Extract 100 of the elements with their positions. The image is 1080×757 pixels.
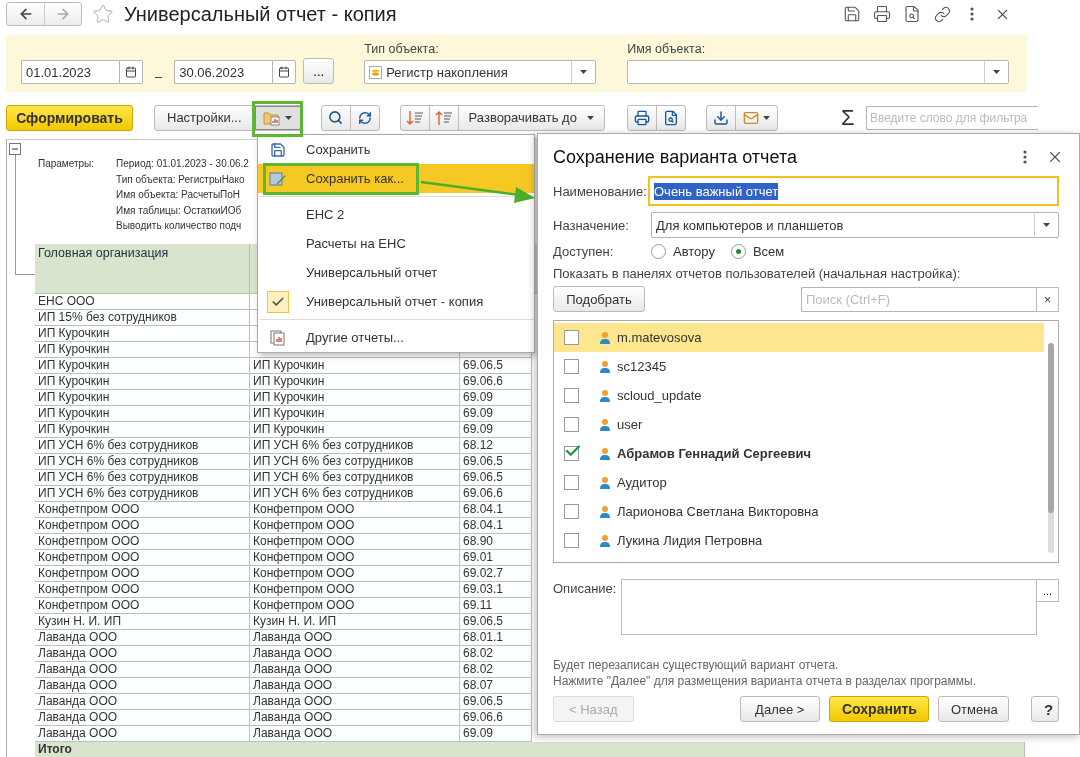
name-field[interactable]: Очень важный отчет: [648, 176, 1059, 206]
purpose-select[interactable]: Для компьютеров и планшетов: [651, 212, 1059, 238]
table-cell: 69.06.5: [460, 358, 532, 374]
table-cell: Конфетпром ООО: [250, 582, 460, 598]
expand-dropdown[interactable]: Разворачивать до: [457, 104, 605, 131]
table-cell: 69.06.6: [460, 374, 532, 390]
table-cell: 69.06.6: [460, 710, 532, 726]
table-cell: Лаванда ООО: [35, 646, 250, 662]
more-button[interactable]: ...: [1037, 579, 1059, 602]
user-row[interactable]: Абрамов Геннадий Сергеевич: [554, 439, 1044, 468]
table-cell: 69.02.7: [460, 566, 532, 582]
user-name: Ларионова Светлана Викторовна: [617, 504, 819, 519]
total-label: Итого: [35, 742, 1025, 757]
user-name: user: [617, 417, 643, 432]
field-label: Доступен:: [553, 244, 615, 259]
field-label: Описание:: [553, 581, 618, 596]
dialog-title: Сохранение варианта отчета: [553, 146, 797, 168]
table-cell: Конфетпром ООО: [35, 550, 250, 566]
pick-button[interactable]: Подобрать: [553, 286, 645, 312]
search-field[interactable]: Поиск (Ctrl+F): [801, 286, 1036, 312]
table-cell: 69.06.6: [460, 486, 532, 502]
save-button[interactable]: Сохранить: [829, 696, 929, 722]
date-field[interactable]: 30.06.2023: [174, 60, 273, 84]
window-title: Универсальный отчет - копия: [124, 2, 397, 26]
table-cell: ЕНС ООО: [35, 294, 250, 310]
table-cell: Лаванда ООО: [35, 710, 250, 726]
table-cell: Лаванда ООО: [35, 678, 250, 694]
radio-option[interactable]: Всем: [730, 244, 785, 259]
table-cell: Конфетпром ООО: [35, 598, 250, 614]
params-label: Параметры:: [38, 157, 96, 171]
user-row[interactable]: user: [554, 410, 1044, 439]
settings-button[interactable]: Настройки...: [154, 104, 255, 131]
table-cell: 69.06.5: [460, 454, 532, 470]
user-name: sc12345: [617, 359, 667, 374]
date-field[interactable]: 01.01.2023: [21, 60, 119, 84]
menu-item[interactable]: Расчеты на ЕНС: [258, 229, 534, 259]
user-row[interactable]: Лукина Лидия Петровна: [554, 526, 1044, 555]
radio-option[interactable]: Автору: [651, 244, 715, 259]
table-cell: Лаванда ООО: [35, 694, 250, 710]
user-row[interactable]: Ларионова Светлана Викторовна: [554, 497, 1044, 526]
help-button[interactable]: ?: [1031, 696, 1059, 722]
column-header: Головная организация: [35, 244, 250, 294]
table-cell: ИП Курочкин: [35, 390, 250, 406]
table-cell: 69.11: [460, 598, 532, 614]
table-cell: 69.06.5: [460, 614, 532, 630]
table-cell: Кузин Н. И. ИП: [35, 614, 250, 630]
table-cell: 68.04.1: [460, 518, 532, 534]
table-cell: ИП УСН 6% без сотрудников: [250, 470, 460, 486]
info-text: Нажмите "Далее" для размещения варианта отчета в разделах программы.: [553, 673, 977, 689]
menu-item[interactable]: Сохранить: [258, 135, 534, 164]
info-text: Будет перезаписан существующий вариант отчета.: [553, 657, 840, 673]
user-row[interactable]: m.matevosova: [554, 323, 1044, 352]
table-cell: ИП Курочкин: [250, 390, 460, 406]
table-cell: Лаванда ООО: [35, 662, 250, 678]
table-cell: Лаванда ООО: [35, 630, 250, 646]
table-cell: Лаванда ООО: [250, 630, 460, 646]
user-name: scloud_update: [617, 388, 702, 403]
table-cell: Конфетпром ООО: [35, 582, 250, 598]
table-cell: 68.04.1: [460, 502, 532, 518]
generate-button[interactable]: Сформировать: [6, 104, 133, 131]
section-label: Показать в панелях отчетов пользователей (начальная настройка):: [553, 266, 961, 281]
filter-field[interactable]: Введите слово для фильтра: [865, 105, 1038, 130]
clear-button[interactable]: ×: [1036, 286, 1059, 312]
period-button[interactable]: ...: [303, 58, 335, 84]
param-line: Имя таблицы: ОстаткиИОб: [116, 203, 243, 218]
field-label: Наименование:: [553, 183, 648, 199]
table-cell: Конфетпром ООО: [250, 534, 460, 550]
user-name: Лукина Лидия Петровна: [617, 533, 763, 548]
menu-item[interactable]: Универсальный отчет: [258, 258, 534, 288]
table-cell: ИП Курочкин: [35, 326, 250, 342]
table-cell: 69.09: [460, 406, 532, 422]
table-cell: ИП УСН 6% без сотрудников: [35, 470, 250, 486]
table-cell: Конфетпром ООО: [35, 566, 250, 582]
table-cell: ИП Курочкин: [35, 406, 250, 422]
table-cell: ИП Курочкин: [35, 374, 250, 390]
table-cell: ИП УСН 6% без сотрудников: [250, 438, 460, 454]
object-type-select[interactable]: Регистр накопления: [364, 60, 597, 84]
param-line: Период: 01.01.2023 - 30.06.2: [116, 157, 249, 171]
user-row[interactable]: scloud_update: [554, 381, 1044, 410]
menu-item[interactable]: Универсальный отчет - копия: [258, 287, 534, 317]
user-row[interactable]: sc12345: [554, 352, 1044, 381]
selected-text: Очень важный отчет: [654, 182, 779, 200]
user-name: Аудитор: [617, 475, 667, 490]
table-cell: Конфетпром ООО: [250, 550, 460, 566]
menu-item[interactable]: Другие отчеты...: [258, 323, 534, 353]
table-cell: Конфетпром ООО: [250, 598, 460, 614]
sum-sign[interactable]: Σ: [840, 104, 857, 131]
param-line: Имя объекта: РасчетыПоН: [116, 188, 242, 202]
cancel-button[interactable]: Отмена: [938, 696, 1009, 722]
menu-item[interactable]: ЕНС 2: [258, 200, 534, 229]
table-cell: Лаванда ООО: [250, 662, 460, 678]
table-cell: Конфетпром ООО: [250, 502, 460, 518]
next-button[interactable]: Далее >: [739, 696, 820, 722]
table-cell: Лаванда ООО: [250, 710, 460, 726]
table-cell: 68.02: [460, 662, 532, 678]
param-line: Тип объекта: РегистрыНако: [116, 172, 246, 187]
table-cell: 69.06.5: [460, 470, 532, 486]
field-label: Тип объекта:: [364, 42, 440, 56]
table-cell: ИП УСН 6% без сотрудников: [35, 438, 250, 454]
user-row[interactable]: Аудитор: [554, 468, 1044, 497]
